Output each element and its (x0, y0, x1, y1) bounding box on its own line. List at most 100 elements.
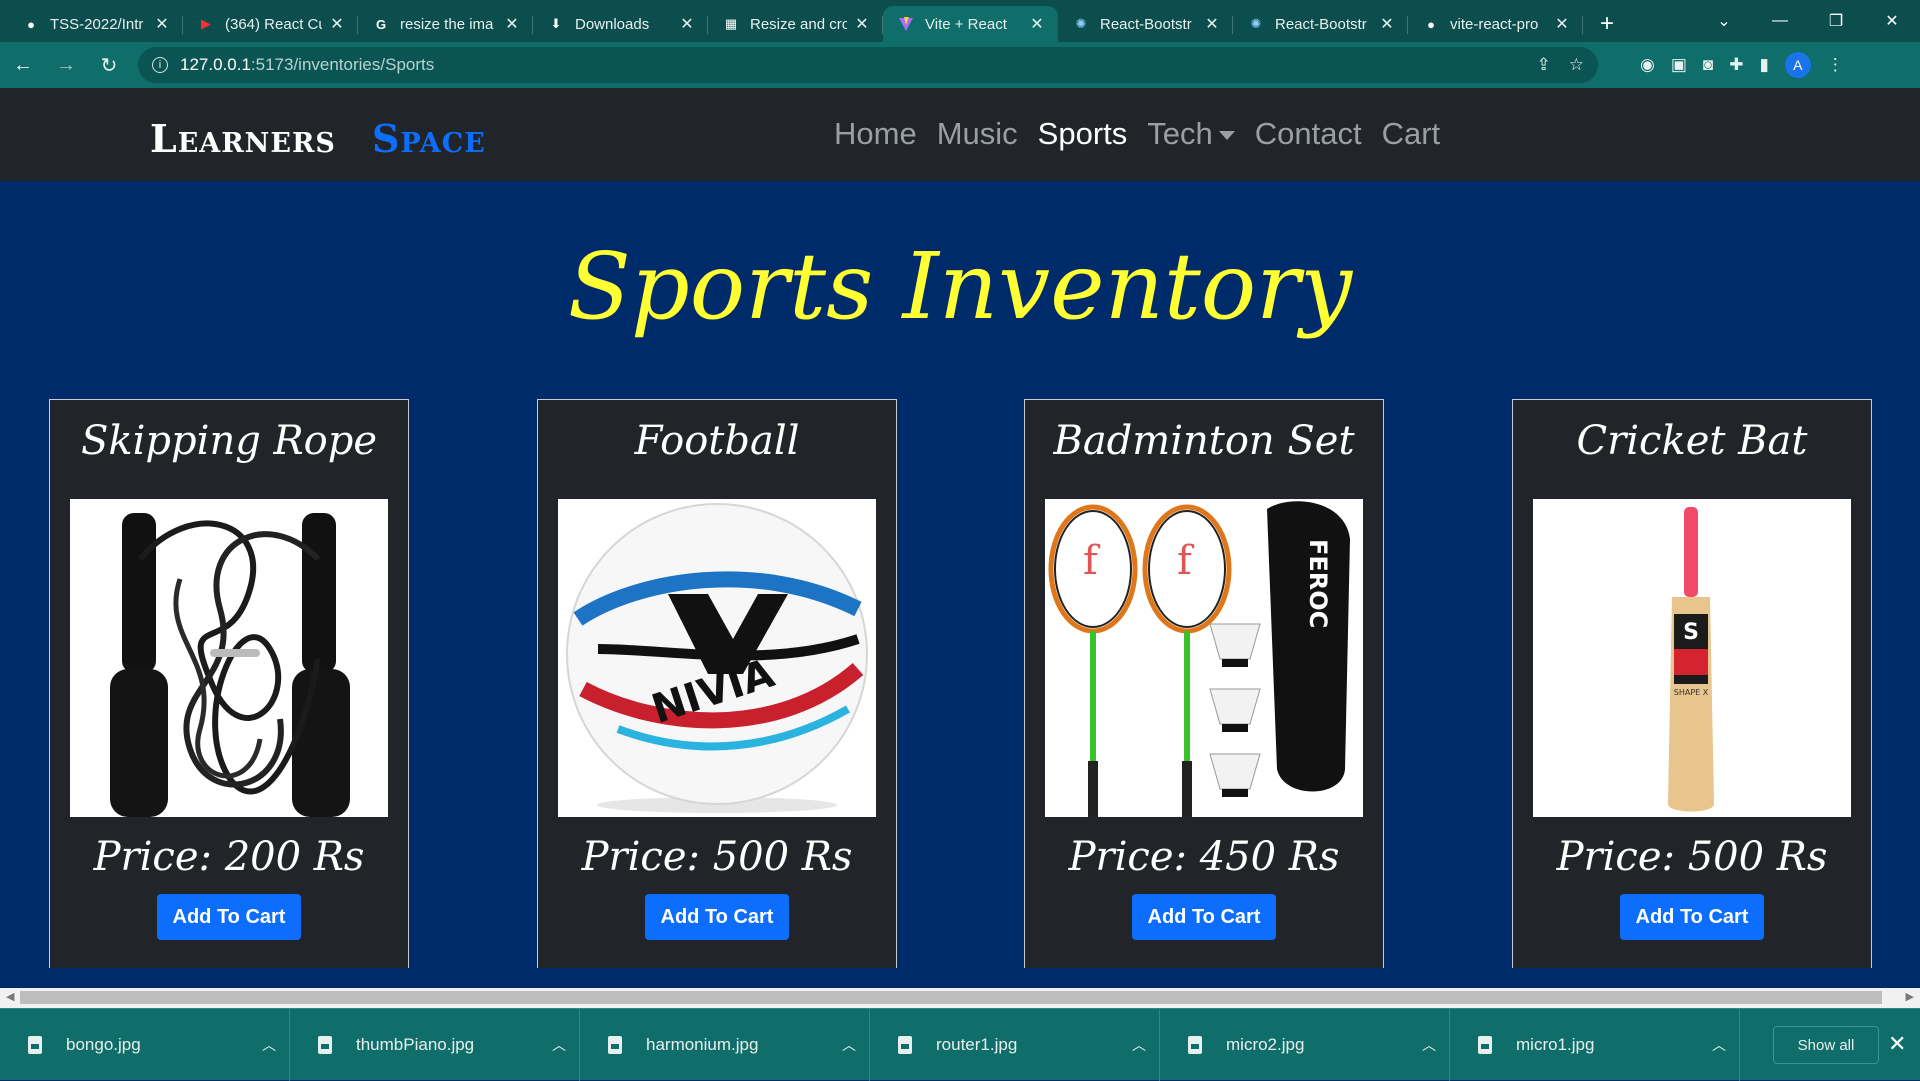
nav-tech[interactable]: Tech (1147, 116, 1212, 151)
chevron-up-icon[interactable]: ︿ (1699, 1035, 1739, 1055)
scroll-right-icon[interactable]: ▶ (1906, 990, 1914, 1003)
share-icon[interactable]: ⇪ (1537, 55, 1551, 75)
nav-sports[interactable]: Sports (1038, 116, 1128, 152)
tab-title: resize the ima (400, 15, 494, 33)
download-item[interactable]: micro2.jpg ︿ (1160, 1008, 1450, 1081)
product-card: Football NIVIA Price: 500 Rs Add To Cart (537, 399, 897, 968)
minimize-icon[interactable]: — (1752, 12, 1808, 30)
close-icon[interactable]: ✕ (1028, 14, 1046, 34)
product-card: Badminton Set f f FEROC Price: 450 Rs Ad… (1024, 399, 1384, 968)
profile-avatar[interactable]: A (1784, 52, 1811, 78)
close-icon[interactable]: ✕ (153, 14, 171, 34)
image-file-icon (1478, 1035, 1492, 1054)
scrollbar-thumb[interactable] (20, 991, 1882, 1004)
image-tool-icon: ▦ (724, 16, 738, 31)
image-file-icon (898, 1035, 912, 1054)
google-icon: G (375, 16, 387, 32)
nav-music[interactable]: Music (937, 116, 1018, 152)
browser-tab[interactable]: G resize the ima ✕ (358, 6, 533, 42)
scroll-left-icon[interactable]: ◀ (6, 990, 14, 1003)
close-icon[interactable]: ✕ (1553, 14, 1571, 34)
download-item[interactable]: router1.jpg ︿ (870, 1008, 1160, 1081)
browser-tab[interactable]: ▶ (364) React Cu ✕ (183, 6, 358, 42)
chevron-up-icon[interactable]: ︿ (1119, 1035, 1159, 1055)
browser-tab[interactable]: ● TSS-2022/Intr ✕ (8, 6, 183, 42)
forward-icon[interactable]: → (46, 45, 86, 85)
browser-tab[interactable]: ✺ React-Bootstr ✕ (1058, 6, 1233, 42)
nav-tech-dropdown[interactable]: Tech (1147, 116, 1235, 152)
extension-icon[interactable]: ◙ (1703, 55, 1713, 75)
close-icon[interactable]: ✕ (678, 14, 696, 34)
side-panel-icon[interactable]: ▮ (1759, 55, 1768, 75)
caret-down-icon (1218, 131, 1235, 141)
restore-icon[interactable]: ❐ (1808, 11, 1864, 31)
menu-icon[interactable]: ⋮ (1827, 55, 1844, 75)
tab-title: Downloads (575, 15, 650, 33)
extension-icon[interactable]: ◉ (1640, 55, 1655, 75)
bat-brand-text: SHAPE X (1674, 688, 1709, 697)
product-price: Price: 500 Rs (581, 834, 853, 880)
horizontal-scrollbar[interactable]: ◀ ▶ (0, 988, 1920, 1008)
download-filename: router1.jpg (936, 1034, 1018, 1054)
tab-title: (364) React Cu (225, 15, 322, 33)
browser-toolbar: ← → ↻ i 127.0.0.1:5173/inventories/Sport… (0, 42, 1920, 88)
nav-cart[interactable]: Cart (1382, 116, 1441, 152)
download-item[interactable]: micro1.jpg ︿ (1450, 1008, 1740, 1081)
racket-bag-brand-text: FEROC (1304, 539, 1332, 628)
cricket-bat-image: S SHAPE X (1533, 499, 1851, 817)
add-to-cart-button[interactable]: Add To Cart (645, 894, 789, 940)
show-all-downloads-button[interactable]: Show all (1773, 1026, 1879, 1064)
download-filename: micro2.jpg (1226, 1034, 1305, 1054)
close-download-shelf-icon[interactable]: ✕ (1888, 1031, 1906, 1057)
new-tab-button[interactable]: + (1589, 6, 1625, 42)
close-icon[interactable]: ✕ (503, 14, 521, 34)
product-price: Price: 500 Rs (1556, 834, 1828, 880)
close-icon[interactable]: ✕ (1203, 14, 1221, 34)
tab-title: Resize and cro (750, 15, 847, 33)
back-icon[interactable]: ← (3, 45, 43, 85)
download-item[interactable]: thumbPiano.jpg ︿ (290, 1008, 580, 1081)
add-to-cart-button[interactable]: Add To Cart (1132, 894, 1276, 940)
nav-contact[interactable]: Contact (1255, 116, 1362, 152)
add-to-cart-button[interactable]: Add To Cart (157, 894, 301, 940)
reload-icon[interactable]: ↻ (89, 45, 129, 85)
brand-learners[interactable]: Learners (150, 116, 336, 161)
chevron-up-icon[interactable]: ︿ (539, 1035, 579, 1055)
add-to-cart-button[interactable]: Add To Cart (1620, 894, 1764, 940)
browser-tab-active[interactable]: Vite + React ✕ (883, 6, 1058, 42)
bookmark-star-icon[interactable]: ☆ (1569, 55, 1584, 75)
football-image: NIVIA (558, 499, 876, 817)
badminton-set-image: f f FEROC (1045, 499, 1363, 817)
download-filename: bongo.jpg (66, 1034, 141, 1054)
page-content: Sports Inventory Skipping Rope Price: 20… (0, 181, 1920, 968)
puzzle-extensions-icon[interactable]: ✚ (1729, 55, 1743, 75)
extension-icon[interactable]: ▣ (1671, 55, 1687, 75)
site-info-icon[interactable]: i (152, 57, 168, 73)
product-name: Cricket Bat (1576, 418, 1808, 464)
tab-title: Vite + React (925, 15, 1007, 33)
browser-tab[interactable]: ⬇ Downloads ✕ (533, 6, 708, 42)
download-item[interactable]: bongo.jpg ︿ (0, 1008, 290, 1081)
product-name: Football (634, 418, 800, 464)
url-path: :5173/inventories/Sports (250, 55, 435, 74)
brand-space[interactable]: Space (372, 116, 486, 161)
address-bar[interactable]: i 127.0.0.1:5173/inventories/Sports ⇪ ☆ (138, 47, 1598, 83)
browser-tab[interactable]: ● vite-react-pro ✕ (1408, 6, 1583, 42)
browser-tab[interactable]: ▦ Resize and cro ✕ (708, 6, 883, 42)
browser-tab[interactable]: ✺ React-Bootstr ✕ (1233, 6, 1408, 42)
nav-home[interactable]: Home (834, 116, 917, 152)
skipping-rope-image (70, 499, 388, 817)
tab-search-icon[interactable]: ⌄ (1696, 11, 1752, 31)
image-file-icon (318, 1035, 332, 1054)
close-icon[interactable]: ✕ (853, 14, 871, 34)
download-filename: thumbPiano.jpg (356, 1034, 475, 1054)
download-item[interactable]: harmonium.jpg ︿ (580, 1008, 870, 1081)
chevron-up-icon[interactable]: ︿ (1409, 1035, 1449, 1055)
product-card: Skipping Rope Price: 200 Rs Add To Cart (49, 399, 409, 968)
close-window-icon[interactable]: ✕ (1864, 11, 1920, 31)
close-icon[interactable]: ✕ (328, 14, 346, 34)
chevron-up-icon[interactable]: ︿ (829, 1035, 869, 1055)
close-icon[interactable]: ✕ (1378, 14, 1396, 34)
chevron-up-icon[interactable]: ︿ (249, 1035, 289, 1055)
tab-title: TSS-2022/Intr (50, 15, 144, 33)
